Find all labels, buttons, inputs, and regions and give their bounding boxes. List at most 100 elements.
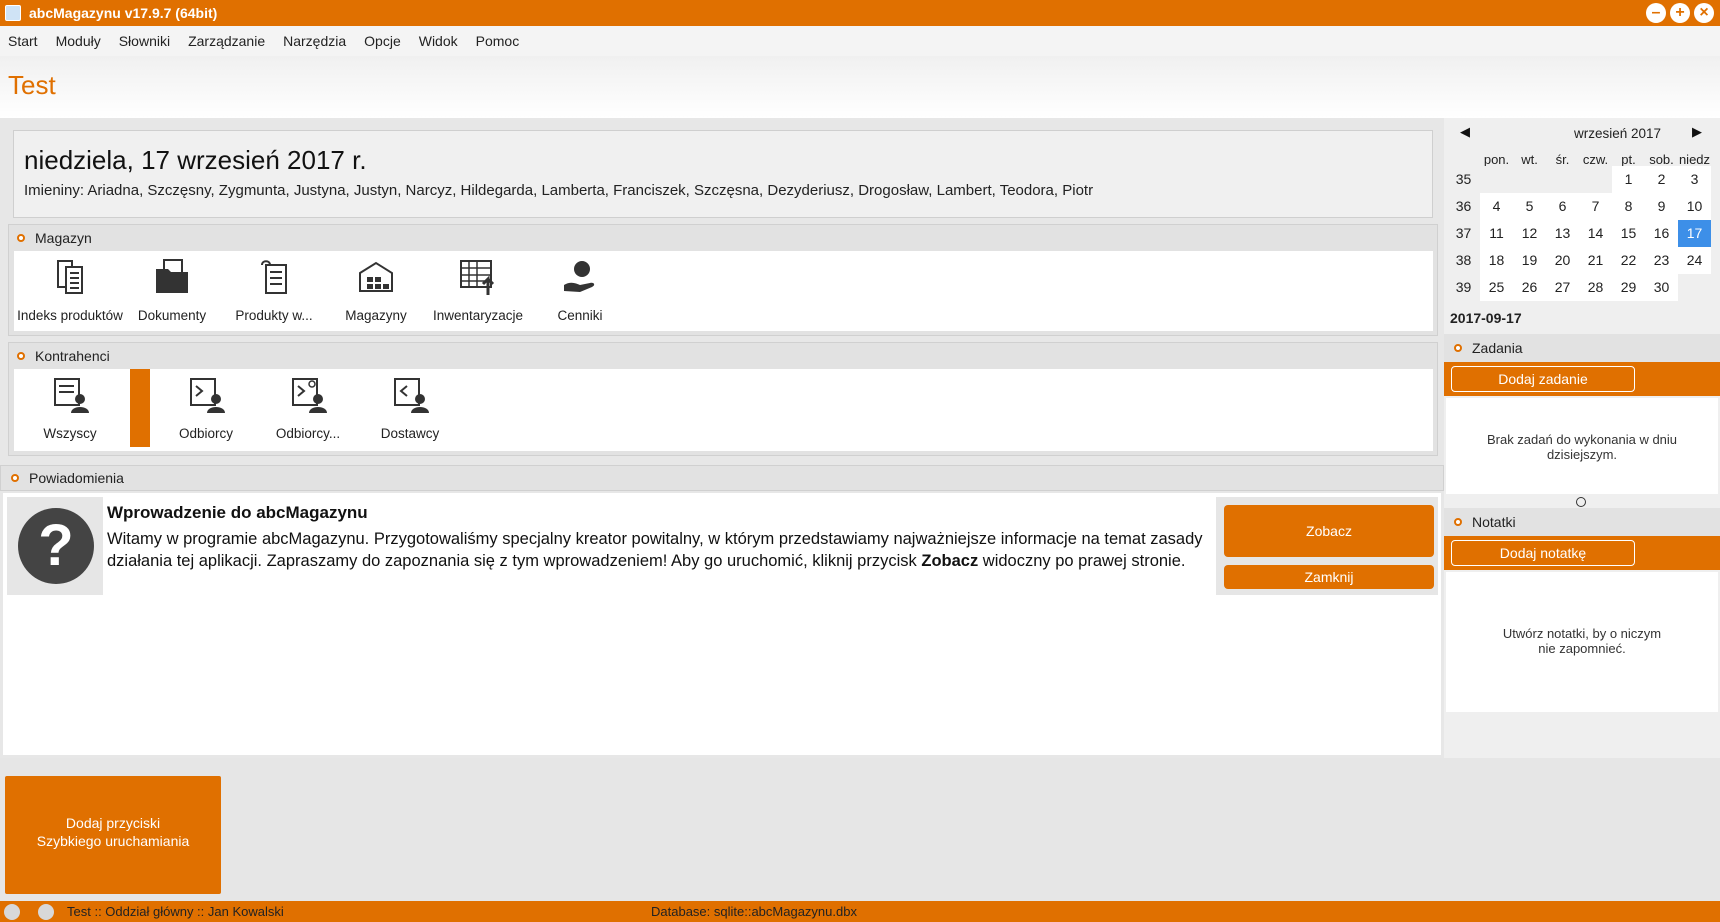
calendar-day[interactable]: 13 bbox=[1546, 220, 1579, 247]
calendar-empty-cell bbox=[1579, 166, 1612, 193]
tile-label: Cenniki bbox=[557, 308, 603, 323]
quick-launch-bar: Dodaj przyciski Szybkiego uruchamiania bbox=[0, 758, 1720, 901]
status-bar: Test :: Oddział główny :: Jan Kowalski D… bbox=[0, 901, 1720, 922]
calendar-day[interactable]: 17 bbox=[1678, 220, 1711, 247]
quick-launch-line2: Szybkiego uruchamiania bbox=[36, 833, 190, 849]
calendar-day[interactable]: 11 bbox=[1480, 220, 1513, 247]
section-kontrahenci-header[interactable]: Kontrahenci bbox=[9, 343, 1437, 369]
all-contractors-icon bbox=[54, 378, 89, 413]
calendar-day[interactable]: 30 bbox=[1645, 274, 1678, 301]
splitter-handle-icon[interactable] bbox=[1576, 497, 1586, 507]
tile-label: Magazyny bbox=[345, 308, 407, 323]
tile-produkty-w[interactable]: Produkty w... bbox=[218, 251, 330, 327]
calendar-day[interactable]: 4 bbox=[1480, 193, 1513, 220]
tile-inwentaryzacje[interactable]: Inwentaryzacje bbox=[422, 251, 534, 327]
notatki-title: Notatki bbox=[1472, 514, 1516, 530]
tile-label: Dokumenty bbox=[137, 308, 207, 323]
calendar-day[interactable]: 3 bbox=[1678, 166, 1711, 193]
tile-label: Odbiorcy bbox=[178, 426, 234, 441]
notatki-empty-line1: Utwórz notatki, by o niczym bbox=[1502, 626, 1662, 641]
tile-dostawcy[interactable]: Dostawcy bbox=[354, 369, 466, 445]
tile-wszyscy[interactable]: Wszyscy bbox=[14, 369, 126, 445]
add-quick-launch-button[interactable]: Dodaj przyciski Szybkiego uruchamiania bbox=[5, 776, 221, 894]
calendar-day[interactable]: 23 bbox=[1645, 247, 1678, 274]
recipients-more-icon bbox=[292, 378, 327, 413]
calendar-day[interactable]: 8 bbox=[1612, 193, 1645, 220]
minimize-button[interactable]: – bbox=[1646, 3, 1666, 23]
status-user: Test :: Oddział główny :: Jan Kowalski bbox=[67, 904, 284, 919]
inventory-icon bbox=[460, 260, 495, 295]
tile-indeks-produktow[interactable]: Indeks produktów bbox=[14, 251, 126, 327]
calendar-day[interactable]: 2 bbox=[1645, 166, 1678, 193]
calendar-day[interactable]: 22 bbox=[1612, 247, 1645, 274]
zadania-title: Zadania bbox=[1472, 340, 1523, 356]
notification-icon-box: ? bbox=[7, 497, 103, 595]
close-notification-button[interactable]: Zamknij bbox=[1224, 565, 1434, 589]
window-title: abcMagazynu v17.9.7 (64bit) bbox=[29, 5, 218, 21]
notification-body: ? Wprowadzenie do abcMagazynu Witamy w p… bbox=[3, 493, 1441, 755]
calendar-day[interactable]: 27 bbox=[1546, 274, 1579, 301]
maximize-button[interactable]: + bbox=[1670, 3, 1690, 23]
calendar-day[interactable]: 28 bbox=[1579, 274, 1612, 301]
menu-opcje[interactable]: Opcje bbox=[364, 33, 401, 49]
menu-widok[interactable]: Widok bbox=[419, 33, 458, 49]
menu-zarzadzanie[interactable]: Zarządzanie bbox=[188, 33, 265, 49]
calendar-day[interactable]: 14 bbox=[1579, 220, 1612, 247]
calendar-day[interactable]: 7 bbox=[1579, 193, 1612, 220]
status-database: Database: sqlite::abcMagazynu.dbx bbox=[651, 904, 857, 919]
calendar-day[interactable]: 26 bbox=[1513, 274, 1546, 301]
calendar-selected-date: 2017-09-17 bbox=[1450, 310, 1522, 326]
calendar-day[interactable]: 24 bbox=[1678, 247, 1711, 274]
tile-odbiorcy[interactable]: Odbiorcy bbox=[150, 369, 262, 445]
calendar-day[interactable]: 21 bbox=[1579, 247, 1612, 274]
menu-slowniki[interactable]: Słowniki bbox=[119, 33, 170, 49]
next-month-icon[interactable]: ▶ bbox=[1692, 124, 1702, 140]
collapse-dot-icon bbox=[1454, 518, 1462, 526]
calendar-week-number: 37 bbox=[1447, 220, 1480, 247]
collapse-dot-icon bbox=[17, 352, 25, 360]
calendar-day[interactable]: 5 bbox=[1513, 193, 1546, 220]
right-panel: ◀ wrzesień 2017 ▶ pon. wt. śr. czw. pt. sob. n… bbox=[1444, 118, 1720, 758]
namedays: Imieniny: Ariadna, Szczęsny, Zygmunta, J… bbox=[24, 182, 1094, 199]
tile-magazyny[interactable]: Magazyny bbox=[320, 251, 432, 327]
calendar-day[interactable]: 10 bbox=[1678, 193, 1711, 220]
calendar-day[interactable]: 6 bbox=[1546, 193, 1579, 220]
zadania-toolbar: Dodaj zadanie bbox=[1444, 362, 1720, 396]
notification-actions: Zobacz Zamknij bbox=[1216, 497, 1438, 595]
tile-dokumenty[interactable]: Dokumenty bbox=[116, 251, 228, 327]
menu-narzedzia[interactable]: Narzędzia bbox=[283, 33, 346, 49]
calendar-day[interactable]: 25 bbox=[1480, 274, 1513, 301]
title-bar: abcMagazynu v17.9.7 (64bit) – + × bbox=[0, 0, 1720, 26]
notification-title: Wprowadzenie do abcMagazynu bbox=[107, 503, 368, 522]
menu-moduly[interactable]: Moduły bbox=[56, 33, 101, 49]
calendar-empty-cell bbox=[1678, 274, 1711, 301]
tile-label: Odbiorcy... bbox=[275, 426, 341, 441]
menu-pomoc[interactable]: Pomoc bbox=[476, 33, 520, 49]
calendar-day[interactable]: 20 bbox=[1546, 247, 1579, 274]
status-indicator-icon bbox=[4, 903, 20, 920]
prev-month-icon[interactable]: ◀ bbox=[1460, 124, 1470, 140]
menu-bar: Start Moduły Słowniki Zarządzanie Narzęd… bbox=[0, 26, 1720, 56]
add-note-button[interactable]: Dodaj notatkę bbox=[1451, 540, 1635, 566]
section-magazyn-header[interactable]: Magazyn bbox=[9, 225, 1437, 251]
calendar-day[interactable]: 16 bbox=[1645, 220, 1678, 247]
zadania-header[interactable]: Zadania bbox=[1444, 334, 1720, 362]
calendar-day[interactable]: 15 bbox=[1612, 220, 1645, 247]
close-button[interactable]: × bbox=[1694, 3, 1714, 23]
calendar-day[interactable]: 12 bbox=[1513, 220, 1546, 247]
date-panel: niedziela, 17 wrzesień 2017 r. Imieniny:… bbox=[13, 130, 1433, 218]
notatki-header[interactable]: Notatki bbox=[1444, 508, 1720, 536]
add-task-button[interactable]: Dodaj zadanie bbox=[1451, 366, 1635, 392]
calendar-day[interactable]: 1 bbox=[1612, 166, 1645, 193]
calendar-day[interactable]: 9 bbox=[1645, 193, 1678, 220]
show-button[interactable]: Zobacz bbox=[1224, 505, 1434, 557]
question-icon: ? bbox=[18, 508, 94, 584]
calendar-day[interactable]: 19 bbox=[1513, 247, 1546, 274]
menu-start[interactable]: Start bbox=[8, 33, 38, 49]
section-powiadomienia-header[interactable]: Powiadomienia bbox=[0, 465, 1444, 491]
calendar-week-number: 36 bbox=[1447, 193, 1480, 220]
calendar-day[interactable]: 29 bbox=[1612, 274, 1645, 301]
tile-odbiorcy-more[interactable]: Odbiorcy... bbox=[252, 369, 364, 445]
tile-cenniki[interactable]: Cenniki bbox=[524, 251, 636, 327]
calendar-day[interactable]: 18 bbox=[1480, 247, 1513, 274]
